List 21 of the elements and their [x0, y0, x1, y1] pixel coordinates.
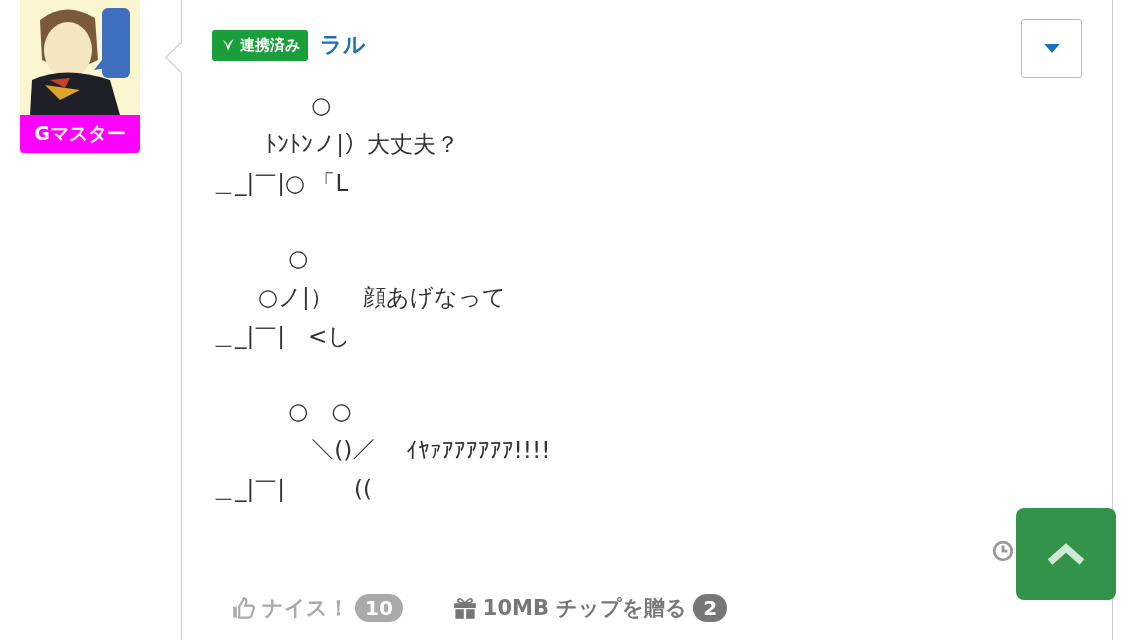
post-text-line: ○ ○: [287, 397, 353, 426]
post-text-line: ○: [287, 244, 310, 273]
scroll-top-button[interactable]: [1016, 508, 1116, 600]
linked-badge: 連携済み: [212, 29, 308, 61]
author-link[interactable]: ラル: [320, 30, 366, 60]
dropdown-button[interactable]: [1021, 19, 1082, 78]
post-text-line: ＿_|￣|○ 「L: [212, 169, 350, 198]
user-title-badge: Gマスター: [20, 115, 140, 153]
post-text-line: ＿_|￣| ((: [212, 475, 373, 504]
nice-button[interactable]: ナイス！ 10: [232, 594, 403, 622]
post-text-line: ＼()／ ｲﾔｧｱｱｱｱｱｱ!!!!: [310, 436, 552, 465]
post-text-line: ○ノ|） 顔あげなって: [257, 283, 508, 312]
chevron-up-icon: [1046, 542, 1086, 566]
gift-button[interactable]: 10MB チップを贈る 2: [452, 594, 728, 622]
gift-icon: [452, 596, 477, 620]
clock-icon: [992, 540, 1014, 562]
post-text-line: ﾄﾝﾄﾝノ|）大丈夫？: [264, 130, 461, 159]
thumbs-up-icon: [232, 596, 256, 620]
post-text-line: ○: [310, 91, 333, 120]
post-text-line: ＿_|￣| <し: [212, 322, 353, 351]
caret-icon: [1042, 43, 1061, 54]
